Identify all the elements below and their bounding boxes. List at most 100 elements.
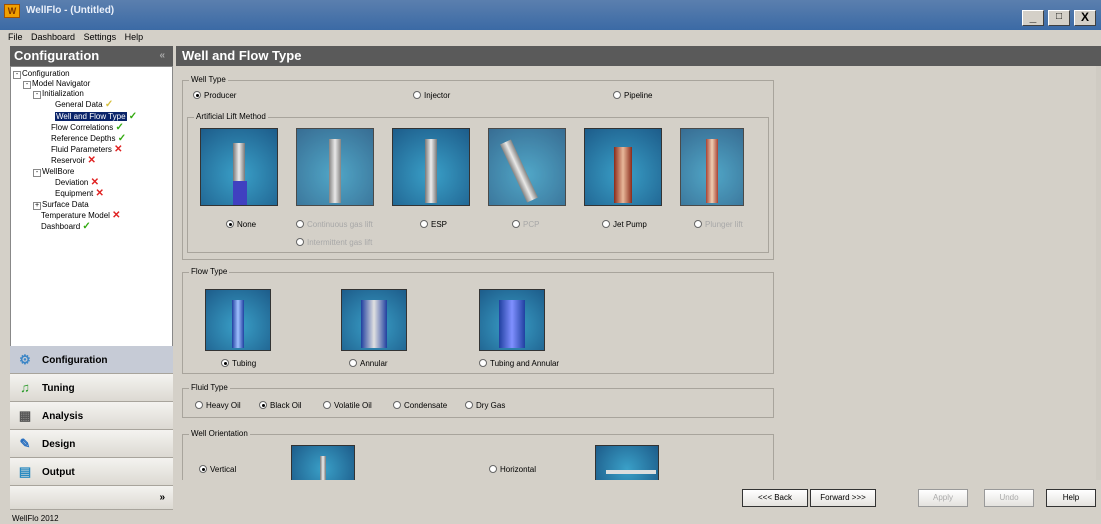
flow-annular-image[interactable] <box>341 289 407 351</box>
radio-flow-annular[interactable]: Annular <box>349 359 388 368</box>
help-button[interactable]: Help <box>1046 489 1096 507</box>
check-icon: ✓ <box>82 221 91 232</box>
lift-pcp-image[interactable] <box>488 128 566 206</box>
title-bar: W WellFlo - (Untitled) _ □ X <box>0 0 1101 30</box>
back-button[interactable]: <<< Back <box>742 489 808 507</box>
well-orientation-caption: Well Orientation <box>189 429 250 438</box>
radio-horizontal[interactable]: Horizontal <box>489 465 536 474</box>
config-panel-header: Configuration « <box>10 46 173 66</box>
close-button[interactable]: X <box>1074 10 1096 26</box>
radio-fluid-black-oil[interactable]: Black Oil <box>259 401 302 410</box>
nav-analysis[interactable]: ▦ Analysis <box>10 402 173 430</box>
radio-flow-tubing-annular[interactable]: Tubing and Annular <box>479 359 559 368</box>
flow-tubing-image[interactable] <box>205 289 271 351</box>
forward-button[interactable]: Forward >>> <box>810 489 876 507</box>
collapse-icon[interactable]: - <box>13 71 21 79</box>
radio-injector[interactable]: Injector <box>413 91 450 100</box>
collapse-icon[interactable]: - <box>33 169 41 177</box>
nav-tuning[interactable]: ♫ Tuning <box>10 374 173 402</box>
lift-esp-image[interactable] <box>392 128 470 206</box>
well-orientation-group: Well Orientation Vertical Horizontal <box>182 429 774 480</box>
collapse-icon[interactable]: - <box>23 81 31 89</box>
page-title: Well and Flow Type <box>176 46 1101 66</box>
well-type-group: Well Type Producer Injector Pipeline Art… <box>182 75 774 260</box>
lift-plunger-image[interactable] <box>680 128 744 206</box>
radio-lift-esp[interactable]: ESP <box>420 220 447 229</box>
apply-button[interactable]: Apply <box>918 489 968 507</box>
gear-icon: ⚙ <box>19 352 31 367</box>
menu-file[interactable]: File <box>8 32 23 42</box>
orientation-vertical-image[interactable] <box>291 445 355 480</box>
radio-lift-continuous-gas[interactable]: Continuous gas lift <box>296 220 373 229</box>
radio-lift-plunger[interactable]: Plunger lift <box>694 220 743 229</box>
lift-none-image[interactable] <box>200 128 278 206</box>
tree-node-wellbore[interactable]: - WellBore <box>33 167 74 177</box>
tree-node-temperature-model[interactable]: Temperature Model ✕ <box>41 211 121 221</box>
cross-icon: ✕ <box>95 188 104 199</box>
tree-node-surface-data[interactable]: + Surface Data <box>33 200 89 210</box>
tree-node-reference-depths[interactable]: Reference Depths ✓ <box>51 134 126 144</box>
radio-fluid-volatile-oil[interactable]: Volatile Oil <box>323 401 372 410</box>
status-bar-text: WellFlo 2012 <box>12 514 59 523</box>
tree-node-general-data[interactable]: General Data ✓ <box>55 100 113 110</box>
radio-lift-jet-pump[interactable]: Jet Pump <box>602 220 647 229</box>
check-icon: ✓ <box>117 133 127 144</box>
tree-node-model-navigator[interactable]: - Model Navigator <box>23 79 90 89</box>
well-type-caption: Well Type <box>189 75 228 84</box>
menu-dashboard[interactable]: Dashboard <box>31 32 75 42</box>
tree-node-deviation[interactable]: Deviation ✕ <box>55 178 99 188</box>
tree-node-flow-correlations[interactable]: Flow Correlations ✓ <box>51 123 124 133</box>
collapse-icon[interactable]: « <box>159 46 165 66</box>
nav-output[interactable]: ▤ Output <box>10 458 173 486</box>
check-icon: ✓ <box>104 99 114 110</box>
chevron-down-icon[interactable]: » <box>159 492 165 503</box>
artificial-lift-group: Artificial Lift Method None Continuous g… <box>187 112 769 253</box>
expand-icon[interactable]: + <box>33 202 41 210</box>
tree-node-initialization[interactable]: - Initialization <box>33 89 84 99</box>
tree-node-reservoir[interactable]: Reservoir ✕ <box>51 156 96 166</box>
artificial-lift-caption: Artificial Lift Method <box>194 112 268 121</box>
radio-flow-tubing[interactable]: Tubing <box>221 359 256 368</box>
menu-settings[interactable]: Settings <box>84 32 117 42</box>
lift-jet-pump-image[interactable] <box>584 128 662 206</box>
radio-pipeline[interactable]: Pipeline <box>613 91 652 100</box>
radio-lift-pcp[interactable]: PCP <box>512 220 539 229</box>
output-grid-icon: ▤ <box>18 464 32 479</box>
minimize-button[interactable]: _ <box>1022 10 1044 26</box>
cross-icon: ✕ <box>114 144 123 155</box>
tree-node-dashboard[interactable]: Dashboard ✓ <box>41 222 91 232</box>
lift-gas-lift-image[interactable] <box>296 128 374 206</box>
radio-fluid-heavy-oil[interactable]: Heavy Oil <box>195 401 241 410</box>
orientation-horizontal-image[interactable] <box>595 445 659 480</box>
flow-tubing-annular-image[interactable] <box>479 289 545 351</box>
main-vertical-scrollbar[interactable] <box>1096 66 1101 480</box>
cross-icon: ✕ <box>87 155 96 166</box>
radio-fluid-dry-gas[interactable]: Dry Gas <box>465 401 505 410</box>
collapse-icon[interactable]: - <box>33 91 41 99</box>
radio-vertical[interactable]: Vertical <box>199 465 236 474</box>
check-icon: ✓ <box>115 122 124 133</box>
left-panel: Configuration « - Configuration - Model Na… <box>10 46 173 524</box>
model-tree: - Configuration - Model Navigator - Initial… <box>10 66 173 368</box>
nav-configuration[interactable]: ⚙ Configuration <box>10 346 173 374</box>
menu-bar: File Dashboard Settings Help <box>0 30 1101 44</box>
tree-node-configuration[interactable]: - Configuration <box>13 69 70 79</box>
nav-design[interactable]: ✎ Design <box>10 430 173 458</box>
cross-icon: ✕ <box>112 210 121 221</box>
cross-icon: ✕ <box>90 177 99 188</box>
tree-node-well-and-flow-type[interactable]: Well and Flow Type ✓ <box>55 112 137 122</box>
radio-lift-none[interactable]: None <box>226 220 256 229</box>
check-icon: ✓ <box>128 111 138 122</box>
undo-button[interactable]: Undo <box>984 489 1034 507</box>
nav-more[interactable]: » <box>10 486 173 510</box>
radio-fluid-condensate[interactable]: Condensate <box>393 401 447 410</box>
menu-help[interactable]: Help <box>125 32 144 42</box>
maximize-button[interactable]: □ <box>1048 10 1070 26</box>
wellflo-logo-icon: W <box>4 4 20 18</box>
tree-node-equipment[interactable]: Equipment ✕ <box>55 189 104 199</box>
radio-producer[interactable]: Producer <box>193 91 236 100</box>
fluid-type-group: Fluid Type Heavy Oil Black Oil Volatile … <box>182 383 774 418</box>
tree-node-fluid-parameters[interactable]: Fluid Parameters ✕ <box>51 145 123 155</box>
flow-type-group: Flow Type Tubing Annular Tubing and Annu… <box>182 267 774 374</box>
radio-lift-intermittent-gas[interactable]: Intermittent gas lift <box>296 238 372 247</box>
